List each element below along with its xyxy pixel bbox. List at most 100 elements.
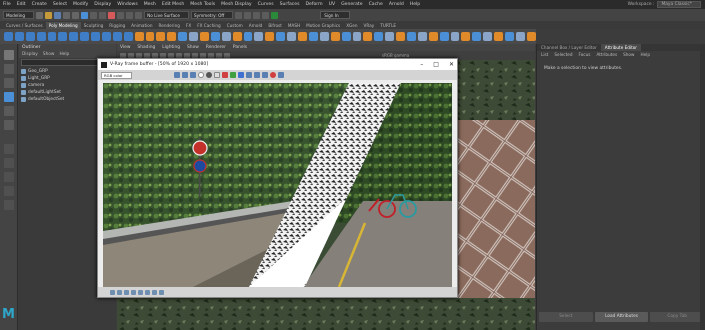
shelf-tab-xgen[interactable]: XGen — [343, 22, 360, 29]
snap-grid-icon[interactable] — [108, 11, 116, 19]
render-button-icon[interactable] — [277, 72, 284, 78]
single-view-icon[interactable] — [4, 144, 14, 154]
attribute-menu-show[interactable]: Show — [623, 51, 634, 58]
graph-layout-icon[interactable] — [4, 186, 14, 196]
save-scene-icon[interactable] — [54, 11, 62, 19]
blue-channel-icon[interactable] — [237, 72, 244, 78]
stamp-icon[interactable] — [159, 289, 164, 295]
snap-point-icon[interactable] — [126, 11, 134, 19]
shelf-tab-fx[interactable]: FX — [183, 22, 194, 29]
shelf-tab-sculpting[interactable]: Sculpting — [81, 22, 107, 29]
shelf-tab-rigging[interactable]: Rigging — [106, 22, 128, 29]
menu-file[interactable]: File — [0, 2, 14, 7]
tab-attribute-editor[interactable]: Attribute Editor — [600, 44, 641, 51]
smooth-icon[interactable] — [210, 32, 220, 41]
lut-icon[interactable] — [145, 289, 150, 295]
mode-dropdown[interactable]: Modeling — [3, 11, 35, 19]
hypershade-icon[interactable] — [262, 11, 270, 19]
quad-draw-icon[interactable] — [352, 32, 362, 41]
load-image-icon[interactable] — [181, 72, 188, 78]
cylinder-icon[interactable] — [25, 32, 35, 41]
rotate-tool-icon[interactable] — [4, 106, 14, 116]
shelf-tab-motion-graphics[interactable]: Motion Graphics — [303, 22, 343, 29]
shelf-tab-custom[interactable]: Custom — [224, 22, 246, 29]
reduce-icon[interactable] — [385, 32, 395, 41]
lasso-tool-icon[interactable] — [4, 64, 14, 74]
menu-edit[interactable]: Edit — [14, 2, 29, 7]
mono-icon[interactable] — [213, 72, 220, 78]
unfold-icon[interactable] — [494, 32, 503, 41]
curves-icon[interactable] — [124, 289, 129, 295]
quadrangulate-icon[interactable] — [417, 32, 427, 41]
color-correction-icon[interactable] — [110, 289, 115, 295]
render-settings-icon[interactable] — [253, 11, 261, 19]
lens-effects-icon[interactable] — [152, 289, 157, 295]
spherical-map-icon[interactable] — [472, 32, 482, 41]
vfb-render-image[interactable] — [103, 83, 452, 287]
green-channel-icon[interactable] — [229, 72, 236, 78]
layout-icon[interactable] — [504, 32, 514, 41]
new-scene-icon[interactable] — [36, 11, 44, 19]
menu-curves[interactable]: Curves — [255, 2, 277, 7]
menu-surfaces[interactable]: Surfaces — [277, 2, 303, 7]
menu-generate[interactable]: Generate — [338, 2, 365, 7]
extrude-icon[interactable] — [254, 32, 264, 41]
append-icon[interactable] — [265, 32, 275, 41]
viewport-menu-panels[interactable]: Panels — [233, 44, 247, 51]
select-object-icon[interactable] — [90, 11, 98, 19]
attribute-menu-attributes[interactable]: Attributes — [596, 51, 617, 58]
close-icon[interactable]: ✕ — [449, 61, 454, 68]
black-channel-icon[interactable] — [205, 72, 212, 78]
helix-icon[interactable] — [123, 32, 133, 41]
select-button[interactable]: Select — [539, 312, 593, 322]
menu-mesh[interactable]: Mesh — [141, 2, 159, 7]
viewport-menu-lighting[interactable]: Lighting — [162, 44, 180, 51]
shelf-tab-fx-caching[interactable]: FX Caching — [194, 22, 224, 29]
levels-icon[interactable] — [117, 289, 122, 295]
shelf-tab-mash[interactable]: MASH — [285, 22, 303, 29]
outliner-layout-icon[interactable] — [4, 172, 14, 182]
scale-tool-icon[interactable] — [4, 120, 14, 130]
connect-icon[interactable] — [308, 32, 318, 41]
fill-hole-icon[interactable] — [276, 32, 286, 41]
shelf-tab-vray[interactable]: VRay — [361, 22, 378, 29]
menu-edit-mesh[interactable]: Edit Mesh — [159, 2, 187, 7]
menu-help[interactable]: Help — [407, 2, 423, 7]
automatic-map-icon[interactable] — [483, 32, 493, 41]
planar-map-icon[interactable] — [450, 32, 460, 41]
snap-curve-icon[interactable] — [117, 11, 125, 19]
minimize-icon[interactable]: – — [420, 61, 423, 68]
exposure-icon[interactable] — [131, 289, 136, 295]
menu-deform[interactable]: Deform — [303, 2, 326, 7]
cleanup-icon[interactable] — [396, 32, 405, 41]
shelf-tab-animation[interactable]: Animation — [128, 22, 155, 29]
live-surface-field[interactable]: No Live Surface — [144, 11, 189, 19]
tab-channel-box[interactable]: Channel Box / Layer Editor — [537, 44, 601, 51]
ipr-render-icon[interactable] — [244, 11, 252, 19]
select-component-icon[interactable] — [99, 11, 107, 19]
cone-icon[interactable] — [36, 32, 46, 41]
shelf-tab-rendering[interactable]: Rendering — [156, 22, 183, 29]
copy-tab-button[interactable]: Copy Tab — [650, 312, 705, 322]
platonic-icon[interactable] — [80, 32, 90, 41]
bevel-icon[interactable] — [232, 32, 242, 41]
menu-display[interactable]: Display — [91, 2, 114, 7]
insert-edge-loop-icon[interactable] — [319, 32, 329, 41]
menu-uv[interactable]: UV — [326, 2, 339, 7]
region-render-icon[interactable] — [253, 72, 260, 78]
hypershade-layout-icon[interactable] — [4, 200, 14, 210]
sign-in-button[interactable]: Sign In — [320, 11, 350, 19]
render-icon[interactable] — [235, 11, 243, 19]
boolean-icon[interactable] — [221, 32, 231, 41]
vray-icon[interactable] — [271, 11, 279, 19]
disc-icon[interactable] — [69, 32, 79, 41]
mirror-cut-icon[interactable] — [428, 32, 438, 41]
shelf-tab-turtle[interactable]: TURTLE — [377, 22, 399, 29]
mirror-icon[interactable] — [363, 32, 373, 41]
select-tool-icon[interactable] — [4, 50, 14, 60]
menu-create[interactable]: Create — [29, 2, 50, 7]
attribute-menu-help[interactable]: Help — [640, 51, 650, 58]
red-channel-icon[interactable] — [221, 72, 228, 78]
track-mouse-icon[interactable] — [189, 72, 196, 78]
uv-editor-icon[interactable] — [439, 32, 449, 41]
